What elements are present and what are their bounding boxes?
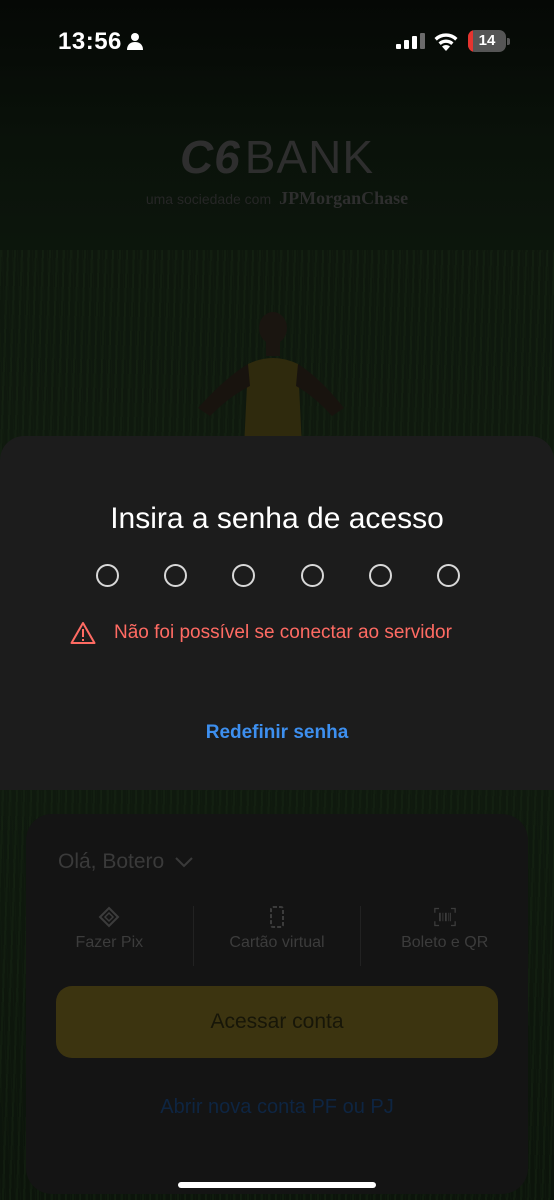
- error-message-row: Não foi possível se conectar ao servidor: [70, 620, 452, 646]
- pin-dots[interactable]: [96, 564, 460, 588]
- logo-c6: C6: [179, 131, 241, 183]
- quick-action-label: Fazer Pix: [75, 934, 144, 951]
- partner-logo: JPMorganChase: [279, 188, 409, 208]
- status-bar: 13:56 14: [0, 0, 554, 84]
- quick-action-boleto[interactable]: Boleto e QR: [360, 906, 528, 966]
- account-selector[interactable]: Olá, Botero: [58, 850, 194, 874]
- status-time: 13:56: [58, 28, 122, 55]
- pix-icon: [98, 906, 120, 928]
- brand-header: C6BANK uma sociedade com JPMorganChase: [0, 130, 554, 209]
- open-new-account-link[interactable]: Abrir nova conta PF ou PJ: [26, 1096, 528, 1119]
- warning-icon: [70, 622, 96, 644]
- home-card: Olá, Botero Fazer Pix Cartão virtual Bol…: [26, 814, 528, 1194]
- barcode-icon: [433, 907, 456, 927]
- quick-action-virtual-card[interactable]: Cartão virtual: [192, 906, 361, 966]
- password-title: Insira a senha de acesso: [110, 502, 444, 535]
- password-sheet: Insira a senha de acesso Não foi possíve…: [0, 436, 554, 790]
- quick-action-label: Boleto e QR: [401, 934, 489, 951]
- pin-dot: [300, 564, 324, 587]
- access-account-button[interactable]: Acessar conta: [56, 986, 498, 1058]
- card-icon: [270, 906, 284, 928]
- brand-tagline: uma sociedade com: [145, 191, 272, 207]
- pin-dot: [232, 564, 256, 587]
- battery-level: 14: [478, 32, 496, 49]
- pin-dot: [164, 564, 188, 587]
- pin-dot: [96, 564, 119, 587]
- brand-logo: C6BANK: [0, 130, 554, 184]
- app-screen: 13:56 14 C6BANK uma sociedade com JPMorg…: [0, 0, 554, 1200]
- reset-password-link[interactable]: Redefinir senha: [0, 722, 554, 744]
- signal-icon: [396, 33, 425, 49]
- person-photo: [198, 312, 344, 448]
- quick-action-label: Cartão virtual: [229, 934, 325, 951]
- pin-dot: [368, 564, 392, 587]
- wifi-icon: [434, 33, 458, 51]
- person-icon: [127, 33, 143, 50]
- pin-dot: [436, 564, 460, 587]
- greeting-text: Olá, Botero: [58, 850, 165, 873]
- logo-bank: BANK: [244, 131, 375, 183]
- error-message: Não foi possível se conectar ao servidor: [114, 622, 452, 643]
- quick-actions: Fazer Pix Cartão virtual Boleto e QR: [26, 906, 528, 966]
- quick-action-pix[interactable]: Fazer Pix: [26, 906, 193, 966]
- brand-tagline-row: uma sociedade com JPMorganChase: [0, 188, 554, 209]
- battery-icon: 14: [468, 30, 510, 52]
- chevron-down-icon: [175, 857, 193, 868]
- home-indicator[interactable]: [178, 1182, 376, 1188]
